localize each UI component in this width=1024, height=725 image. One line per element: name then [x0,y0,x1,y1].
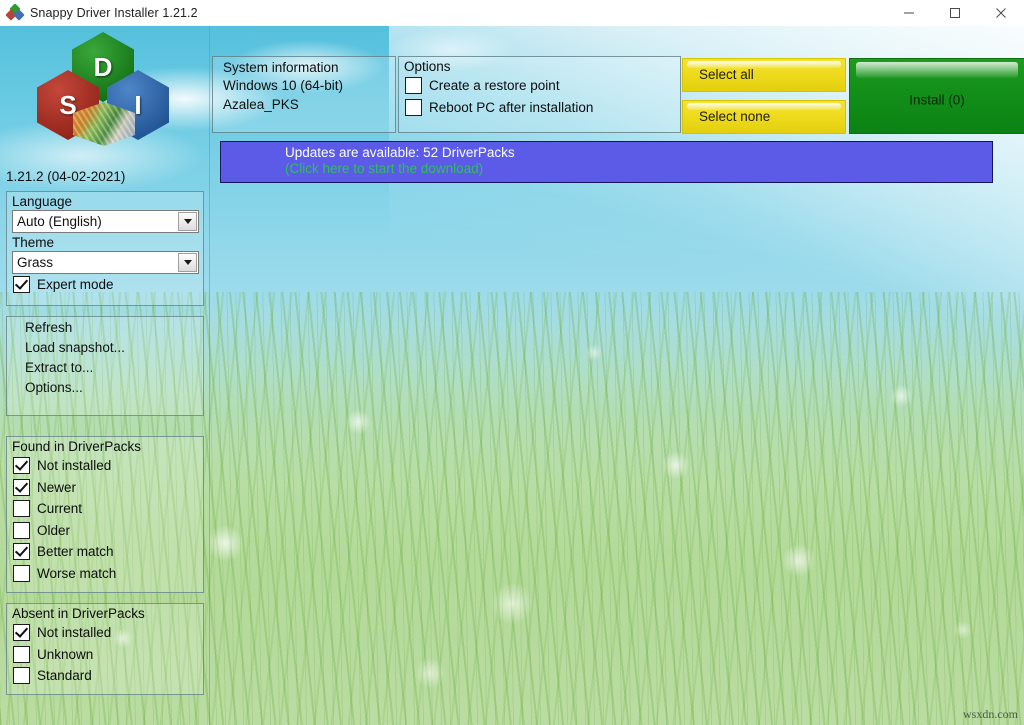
minimize-icon[interactable] [886,0,932,26]
create-restore-point-label: Create a restore point [429,78,560,94]
window-controls [886,0,1024,26]
found-better-match-checkbox[interactable] [13,543,30,561]
system-information-machine: Azalea_PKS [223,96,299,112]
close-icon[interactable] [978,0,1024,26]
absent-not-installed-label: Not installed [37,625,112,641]
found-current-checkbox[interactable] [13,500,30,518]
update-available-banner[interactable]: Updates are available: 52 DriverPacks (C… [220,141,993,183]
select-none-button[interactable]: Select none [682,100,846,134]
select-all-label: Select all [699,67,754,82]
filter-row-found-older[interactable]: Older [7,520,203,542]
found-worse-match-checkbox[interactable] [13,564,30,582]
found-newer-checkbox[interactable] [13,478,30,496]
theme-select[interactable]: Grass [12,251,199,274]
menu-item-load-snapshot[interactable]: Load snapshot... [7,337,203,357]
filter-row-found-better-match[interactable]: Better match [7,541,203,563]
create-restore-point-checkbox[interactable] [405,77,422,95]
absent-in-driverpacks-panel: Absent in DriverPacks Not installed Unkn… [6,603,204,695]
absent-in-driverpacks-title: Absent in DriverPacks [12,606,145,621]
update-banner-line2[interactable]: (Click here to start the download) [285,161,483,176]
menu-item-extract-to[interactable]: Extract to... [7,357,203,377]
option-row-reboot-after-install[interactable]: Reboot PC after installation [399,97,680,119]
language-theme-panel: Language Auto (English) Theme Grass Expe… [6,191,204,306]
window-title: Snappy Driver Installer 1.21.2 [30,6,198,20]
found-newer-label: Newer [37,479,77,495]
chevron-down-icon[interactable] [178,212,197,231]
expert-mode-checkbox[interactable] [13,276,30,294]
install-label: Install (0) [909,92,965,108]
theme-value: Grass [17,255,54,270]
sdi-logo-icon [5,3,25,21]
install-button[interactable]: Install (0) [849,58,1024,134]
filter-row-absent-unknown[interactable]: Unknown [7,644,203,666]
expert-mode-label: Expert mode [37,277,114,293]
expert-mode-row[interactable]: Expert mode [7,274,203,296]
filter-row-found-newer[interactable]: Newer [7,477,203,499]
actions-menu-panel: Refresh Load snapshot... Extract to... O… [6,316,204,416]
found-older-label: Older [37,522,71,538]
window-body: D S I 1.21.2 (04-02-2021) Language Auto … [0,26,1024,725]
found-older-checkbox[interactable] [13,521,30,539]
maximize-icon[interactable] [932,0,978,26]
reboot-after-install-label: Reboot PC after installation [429,99,594,115]
language-value: Auto (English) [17,214,102,229]
found-not-installed-checkbox[interactable] [13,457,30,475]
select-none-label: Select none [699,109,771,124]
found-in-driverpacks-panel: Found in DriverPacks Not installed Newer… [6,436,204,593]
application-window: Snappy Driver Installer 1.21.2 D S I 1.2… [0,0,1024,725]
reboot-after-install-checkbox[interactable] [405,98,422,116]
options-panel: Options Create a restore point Reboot PC… [398,56,681,133]
chevron-down-icon[interactable] [178,253,197,272]
found-better-match-label: Better match [37,544,114,560]
system-information-panel: System information Windows 10 (64-bit) A… [212,56,396,133]
absent-standard-label: Standard [37,668,92,684]
left-sidebar: D S I 1.21.2 (04-02-2021) Language Auto … [0,26,210,725]
select-all-button[interactable]: Select all [682,58,846,92]
filter-row-found-not-installed[interactable]: Not installed [7,455,203,477]
options-title: Options [404,59,451,74]
filter-row-found-current[interactable]: Current [7,498,203,520]
theme-label: Theme [12,235,55,250]
option-row-create-restore-point[interactable]: Create a restore point [399,75,680,97]
found-not-installed-label: Not installed [37,458,112,474]
found-current-label: Current [37,501,83,517]
language-label: Language [12,194,73,209]
menu-item-refresh[interactable]: Refresh [7,317,203,337]
found-in-driverpacks-title: Found in DriverPacks [12,439,142,454]
absent-not-installed-checkbox[interactable] [13,624,30,642]
sdi-logo: D S I [33,32,173,146]
found-worse-match-label: Worse match [37,565,117,581]
absent-unknown-label: Unknown [37,646,94,662]
filter-row-found-worse-match[interactable]: Worse match [7,563,203,585]
absent-standard-checkbox[interactable] [13,667,30,685]
filter-row-absent-standard[interactable]: Standard [7,665,203,687]
absent-unknown-checkbox[interactable] [13,645,30,663]
system-information-title: System information [223,59,339,75]
system-information-os: Windows 10 (64-bit) [223,78,344,93]
menu-item-options[interactable]: Options... [7,377,203,397]
language-select[interactable]: Auto (English) [12,210,199,233]
update-banner-line1: Updates are available: 52 DriverPacks [285,145,515,160]
watermark: wsxdn.com [963,707,1018,721]
filter-row-absent-not-installed[interactable]: Not installed [7,622,203,644]
title-bar: Snappy Driver Installer 1.21.2 [0,0,1024,27]
version-label: 1.21.2 (04-02-2021) [6,169,126,184]
